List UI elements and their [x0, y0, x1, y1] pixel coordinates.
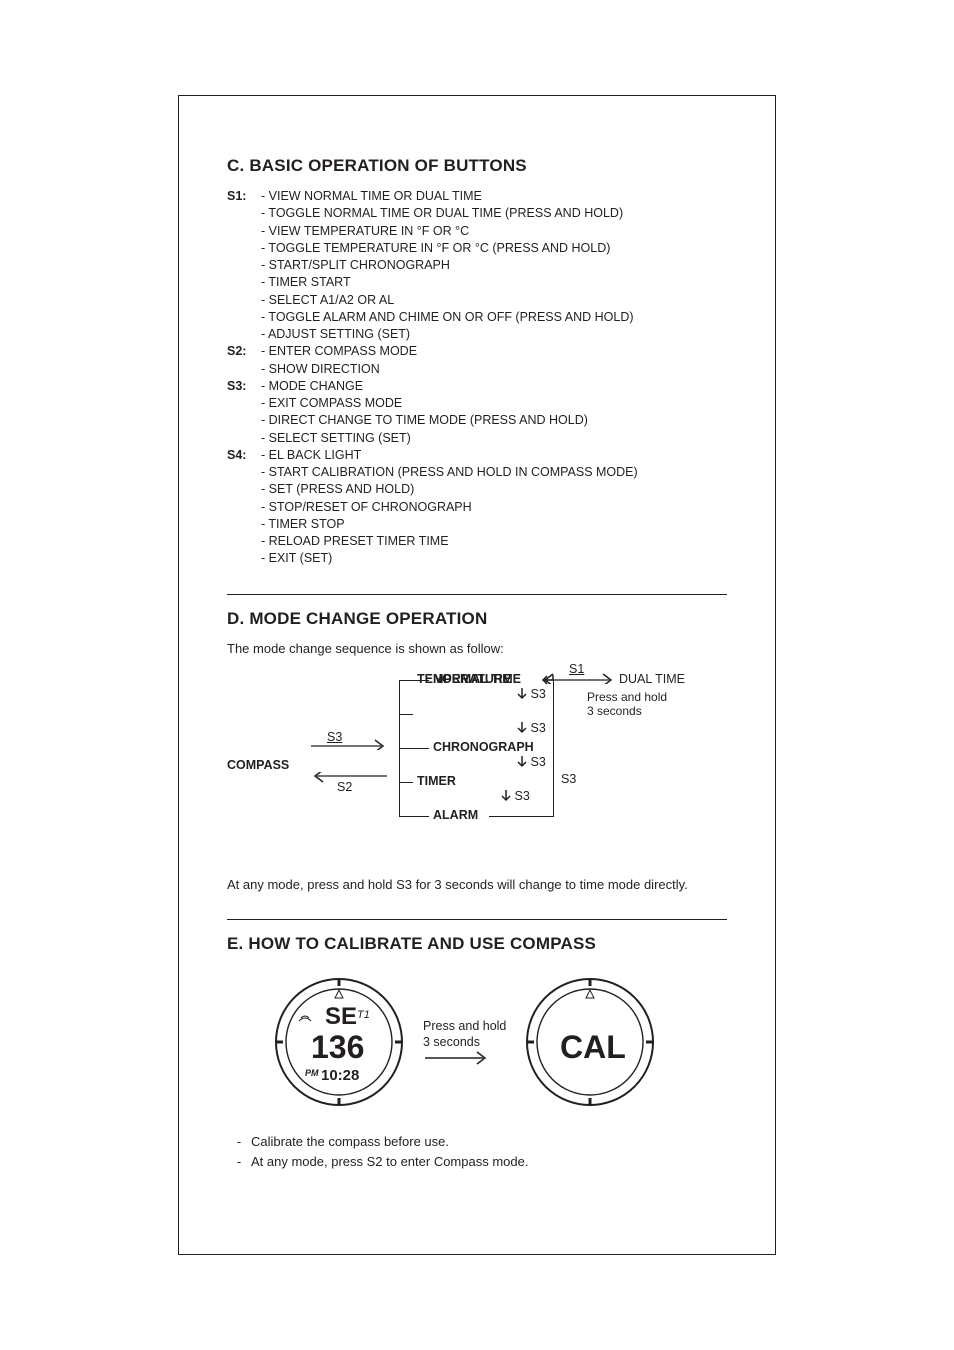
- mode-dual-time: DUAL TIME: [619, 672, 685, 686]
- button-operation-list: S1: - VIEW NORMAL TIME OR DUAL TIME - TO…: [227, 188, 727, 568]
- list-item: - TIMER START: [261, 274, 634, 291]
- divider: [227, 919, 727, 920]
- section-d-note: At any mode, press and hold S3 for 3 sec…: [227, 876, 727, 894]
- arrow-down-icon: [501, 790, 511, 802]
- divider: [227, 594, 727, 595]
- s1-label: S1: [569, 662, 584, 676]
- section-d-intro: The mode change sequence is shown as fol…: [227, 641, 727, 656]
- list-item: - TOGGLE NORMAL TIME OR DUAL TIME (PRESS…: [261, 205, 634, 222]
- press-hold-text: Press and hold: [587, 690, 667, 704]
- s3-label: S3:: [227, 378, 261, 447]
- bullet-dash: -: [227, 1152, 251, 1172]
- triangle-icon: [335, 990, 343, 998]
- compass-s2-label: S2: [337, 780, 352, 794]
- diagram-line: [399, 782, 413, 783]
- dial-pm: PM: [305, 1068, 319, 1078]
- list-item: - VIEW TEMPERATURE IN °F OR °C: [261, 223, 634, 240]
- list-item: - SHOW DIRECTION: [261, 361, 417, 378]
- s4-row: S4: - EL BACK LIGHT - START CALIBRATION …: [227, 447, 727, 568]
- list-item: - EXIT COMPASS MODE: [261, 395, 588, 412]
- list-item: - TIMER STOP: [261, 516, 638, 533]
- arrow-down-icon: [517, 688, 527, 700]
- mode-compass: COMPASS: [227, 758, 289, 772]
- list-item: - SELECT A1/A2 OR AL: [261, 292, 634, 309]
- s3-down-1: S3: [517, 687, 546, 701]
- bullet-row: - Calibrate the compass before use.: [227, 1132, 727, 1152]
- list-item: - VIEW NORMAL TIME OR DUAL TIME: [261, 188, 634, 205]
- s4-label: S4:: [227, 447, 261, 568]
- triangle-icon: [586, 990, 594, 998]
- arrow-down-icon: [517, 756, 527, 768]
- diagram-line: [399, 816, 429, 817]
- section-e-bullets: - Calibrate the compass before use. - At…: [227, 1132, 727, 1171]
- signal-icon: [299, 1016, 311, 1021]
- list-item: - MODE CHANGE: [261, 378, 588, 395]
- arrow-down-icon: [517, 722, 527, 734]
- section-d-title: D. MODE CHANGE OPERATION: [227, 609, 727, 629]
- list-item: - SET (PRESS AND HOLD): [261, 481, 638, 498]
- list-item: - START CALIBRATION (PRESS AND HOLD IN C…: [261, 464, 638, 481]
- list-item: - TOGGLE TEMPERATURE IN °F OR °C (PRESS …: [261, 240, 634, 257]
- bullet-text: Calibrate the compass before use.: [251, 1132, 449, 1152]
- s3-right-label: S3: [561, 772, 576, 786]
- three-sec-text: 3 seconds: [587, 704, 642, 718]
- s3-label: S3: [530, 687, 545, 701]
- list-item: - RELOAD PRESET TIMER TIME: [261, 533, 638, 550]
- dial-deg: 136: [311, 1029, 364, 1065]
- diagram-line: [399, 714, 413, 715]
- mode-change-diagram: NORMAL TIME TEMPERATURE TEMPERATURE CHRO…: [227, 672, 727, 862]
- press-hold-arrow-group: Press and hold 3 seconds: [423, 1018, 506, 1067]
- bullet-dash: -: [227, 1132, 251, 1152]
- three-seconds-label: 3 seconds: [423, 1034, 506, 1050]
- list-item: - TOGGLE ALARM AND CHIME ON OR OFF (PRES…: [261, 309, 634, 326]
- dial-t1: T1: [357, 1009, 370, 1021]
- list-item: - ADJUST SETTING (SET): [261, 326, 634, 343]
- diagram-line: [553, 680, 554, 816]
- compass-figure: SE T1 136 PM 10:28 Press and hold 3 seco…: [227, 976, 727, 1108]
- s3-down-2: S3: [517, 721, 546, 735]
- compass-s3-label: S3: [327, 730, 342, 744]
- bullet-text: At any mode, press S2 to enter Compass m…: [251, 1152, 528, 1172]
- s2-row: S2: - ENTER COMPASS MODE - SHOW DIRECTIO…: [227, 343, 727, 378]
- mode-chronograph: CHRONOGRAPH: [433, 740, 534, 754]
- s1-row: S1: - VIEW NORMAL TIME OR DUAL TIME - TO…: [227, 188, 727, 343]
- compass-dial-left: SE T1 136 PM 10:28: [273, 976, 405, 1108]
- manual-page: C. BASIC OPERATION OF BUTTONS S1: - VIEW…: [178, 95, 776, 1255]
- dial-time: 10:28: [321, 1067, 359, 1084]
- s3-label: S3: [530, 721, 545, 735]
- mode-timer: TIMER: [417, 774, 456, 788]
- list-item: - SELECT SETTING (SET): [261, 430, 588, 447]
- section-c-title: C. BASIC OPERATION OF BUTTONS: [227, 156, 727, 176]
- arrow-right-icon: [309, 736, 389, 750]
- compass-s3-arrow: [309, 736, 389, 753]
- diagram-line: [489, 816, 554, 817]
- s3-down-3: S3: [517, 755, 546, 769]
- list-item: - EL BACK LIGHT: [261, 447, 638, 464]
- list-item: - START/SPLIT CHRONOGRAPH: [261, 257, 634, 274]
- s3-row: S3: - MODE CHANGE - EXIT COMPASS MODE - …: [227, 378, 727, 447]
- press-hold-label: Press and hold: [423, 1018, 506, 1034]
- s3-down-4: S3: [501, 789, 530, 803]
- diagram-line: [399, 748, 429, 749]
- bullet-row: - At any mode, press S2 to enter Compass…: [227, 1152, 727, 1172]
- dial-dir: SE: [325, 1003, 357, 1030]
- arrow-right-icon: [423, 1050, 493, 1066]
- list-item: - ENTER COMPASS MODE: [261, 343, 417, 360]
- section-e-title: E. HOW TO CALIBRATE AND USE COMPASS: [227, 934, 727, 954]
- mode-alarm: ALARM: [433, 808, 478, 822]
- s3-label: S3: [514, 789, 529, 803]
- list-item: - DIRECT CHANGE TO TIME MODE (PRESS AND …: [261, 412, 588, 429]
- s3-label: S3: [530, 755, 545, 769]
- dial-cal: CAL: [560, 1029, 626, 1065]
- list-item: - EXIT (SET): [261, 550, 638, 567]
- s2-label: S2:: [227, 343, 261, 378]
- mode-temperature: TEMPERATURE: [417, 672, 511, 686]
- list-item: - STOP/RESET OF CHRONOGRAPH: [261, 499, 638, 516]
- compass-dial-right: CAL: [524, 976, 656, 1108]
- s1-label: S1:: [227, 188, 261, 343]
